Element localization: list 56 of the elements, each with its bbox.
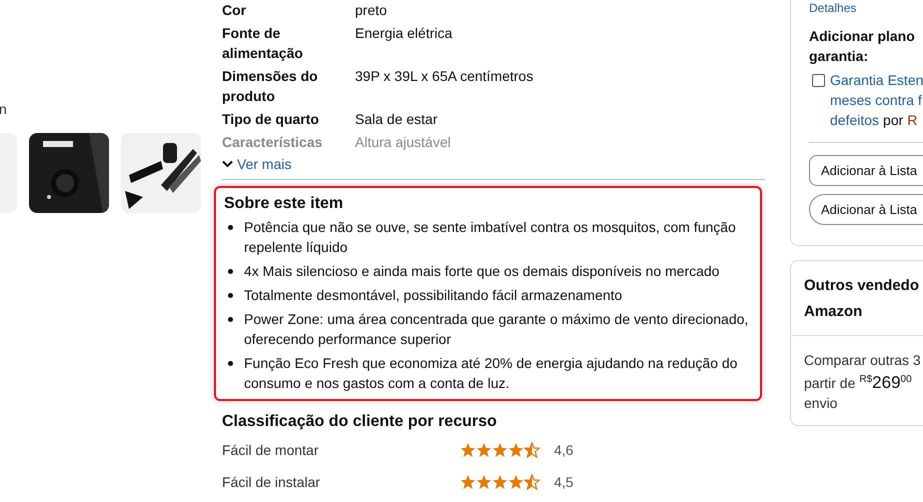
bullet-dot <box>228 361 233 366</box>
see-more-link[interactable]: Ver mais <box>222 155 292 173</box>
card-heading: Amazon <box>804 302 864 322</box>
star-icon <box>492 474 508 490</box>
spec-value: Sala de estar <box>355 110 438 129</box>
card-heading: Outros vendedo <box>804 276 920 296</box>
details-link[interactable]: Detalhes <box>809 0 923 16</box>
spec-label: Cor <box>222 1 248 20</box>
bullet-dot <box>228 317 233 322</box>
spec-label: Fonte de alimentação <box>222 24 304 63</box>
add-to-list-button[interactable]: Adicionar à Lista <box>809 155 923 186</box>
spec-value: Energia elétrica <box>355 24 454 43</box>
bullet-text: 4x Mais silencioso e ainda mais forte que os demais disponíveis no mercado <box>244 262 720 281</box>
price-text: R <box>907 111 918 130</box>
bullet-text: Power Zone: uma área concentrada que garante o máximo de vento direcionado, oferecendo performance superior <box>244 310 750 349</box>
rating-label: Fácil de instalar <box>222 474 322 490</box>
rating-label: Fácil de montar <box>222 442 320 458</box>
warranty-text: por <box>883 111 904 130</box>
price-text: $^{R$}$269$^{00}$ <box>859 373 912 392</box>
rating-value: 4,6 <box>554 442 574 458</box>
spec-value: Altura ajustável <box>355 133 452 152</box>
star-icon <box>508 442 524 458</box>
section-heading: Classificação do cliente por recurso <box>222 412 498 432</box>
spec-value: preto <box>355 1 388 20</box>
warranty-link[interactable]: Garantia Esten <box>830 70 923 90</box>
rating-value: 4,5 <box>554 474 574 490</box>
warranty-link[interactable]: meses contra f <box>830 90 922 110</box>
star-icon <box>460 474 476 490</box>
caption-text: n <box>0 101 8 119</box>
star-icon <box>492 442 508 458</box>
warranty-heading: Adicionar plano <box>809 27 916 46</box>
spec-label: Dimensões do produto <box>222 67 319 106</box>
star-icon <box>460 442 476 458</box>
compare-text: Comparar outras 3 <box>804 351 922 370</box>
bullet-text: Potência que não se ouve, se sente imbatível contra os mosquitos, com função repelente líquido <box>244 218 737 257</box>
bullet-dot <box>228 293 233 298</box>
bullet-text: Totalmente desmontável, possibilitando fácil armazenamento <box>244 286 624 305</box>
warranty-heading: garantia: <box>809 47 870 66</box>
checkbox[interactable] <box>812 74 825 87</box>
star-icon <box>524 474 540 490</box>
spec-value: 39P x 39L x 65A centímetros <box>355 67 534 86</box>
star-icon <box>508 474 524 490</box>
section-heading: Sobre este item <box>224 194 344 214</box>
spec-label: Características <box>222 133 324 152</box>
from-text: partir de <box>804 375 856 391</box>
bullet-dot <box>228 225 233 230</box>
star-icon <box>476 442 492 458</box>
star-icon <box>476 474 492 490</box>
star-icon <box>524 442 540 458</box>
warranty-link[interactable]: defeitos <box>830 110 880 130</box>
bullet-text: Função Eco Fresh que economiza até 20% de energia ajudando na redução do consumo e nos gastos com a conta de luz. <box>244 354 738 393</box>
add-to-list-button[interactable]: Adicionar à Lista <box>809 194 923 225</box>
spec-label: Tipo de quarto <box>222 110 320 129</box>
chevron-icon <box>222 160 233 168</box>
shipping-text: envio <box>804 394 838 413</box>
bullet-dot <box>228 269 233 274</box>
